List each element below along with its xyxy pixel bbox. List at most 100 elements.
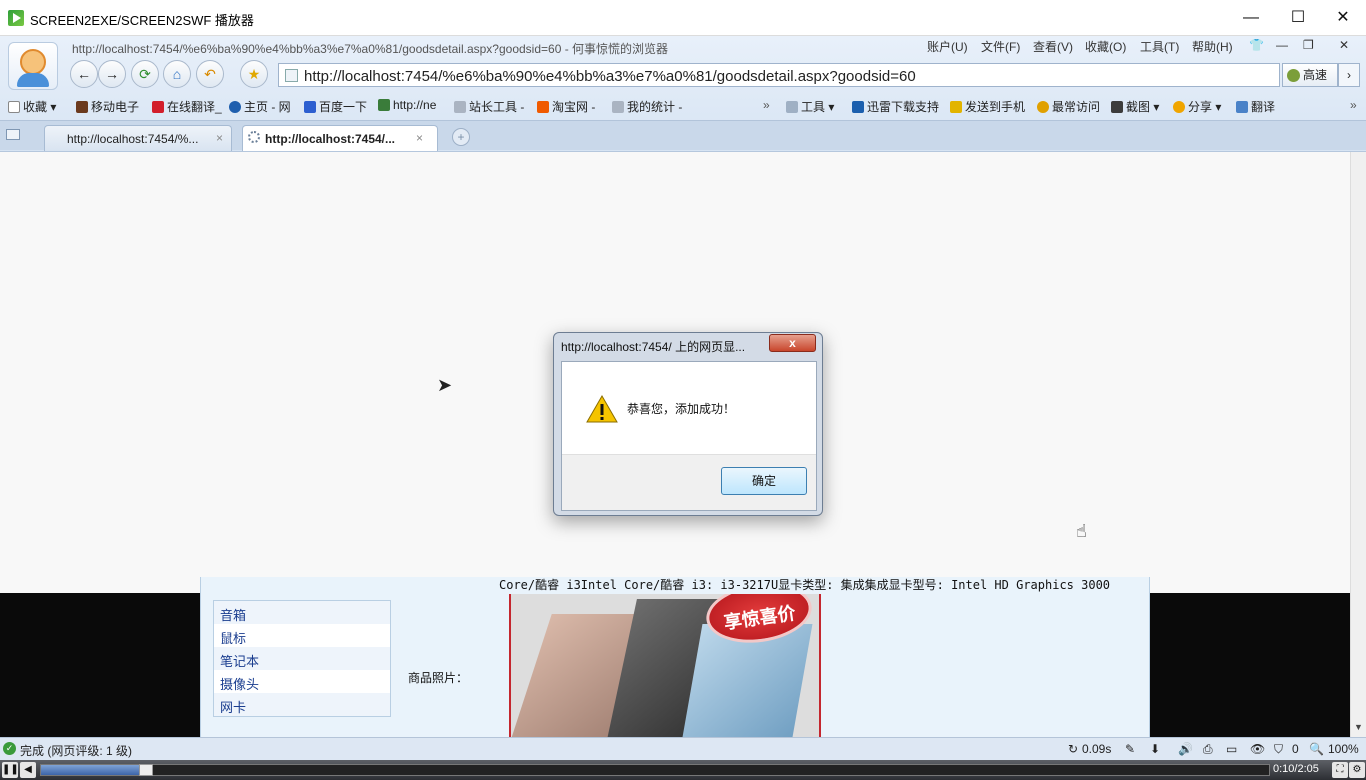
ok-button[interactable]: 确定	[721, 467, 807, 495]
print-icon[interactable]: ⎙	[1203, 742, 1213, 757]
fav-label: 淘宝网 -	[552, 100, 596, 114]
skin-icon[interactable]: 👕	[1249, 38, 1264, 52]
dialog-close-button[interactable]: x	[769, 334, 816, 352]
tool-item[interactable]: 工具 ▾	[786, 98, 834, 115]
more-favorites-icon[interactable]: »	[763, 98, 770, 112]
back-icon[interactable]: ←	[70, 60, 98, 88]
tool-label: 工具	[801, 100, 826, 114]
fav-item[interactable]: 收藏 ▾	[8, 98, 56, 115]
tab-close-icon[interactable]: ×	[416, 131, 423, 145]
menu-favorites[interactable]: 收藏(O)	[1085, 38, 1126, 55]
address-bar[interactable]: http://localhost:7454/%e6%ba%90%e4%bb%a3…	[278, 63, 1280, 87]
tab-1[interactable]: http://localhost:7454/%...	[44, 125, 232, 151]
address-input[interactable]: http://localhost:7454/%e6%ba%90%e4%bb%a3…	[304, 68, 916, 85]
menu-help[interactable]: 帮助(H)	[1192, 38, 1233, 55]
settings-icon[interactable]: ⚙	[1349, 762, 1365, 778]
more-tools-icon[interactable]: »	[1350, 98, 1357, 112]
tab-bar: http://localhost:7454/%... × http://loca…	[0, 120, 1366, 151]
close-button[interactable]: ✕	[1320, 0, 1366, 36]
tool-item[interactable]: 截图 ▾	[1111, 98, 1159, 115]
fav-label: 主页 - 网	[244, 100, 291, 114]
add-favorite-icon	[8, 101, 20, 113]
home-icon[interactable]: ⌂	[163, 60, 191, 88]
category-item[interactable]: 网卡	[214, 693, 390, 716]
download-icon[interactable]: ⬇	[1150, 742, 1160, 756]
scroll-down-icon[interactable]: ▼	[1354, 722, 1363, 732]
fav-label: 移动电子	[91, 100, 140, 114]
fav-item[interactable]: 淘宝网 -	[537, 98, 595, 115]
user-avatar[interactable]	[8, 42, 58, 90]
sidebar-toggle-icon[interactable]	[6, 129, 20, 140]
youdao-icon	[152, 101, 164, 113]
tool-item[interactable]: 最常访问	[1037, 98, 1100, 115]
window-title: SCREEN2EXE/SCREEN2SWF 播放器	[30, 13, 254, 28]
zoom-level[interactable]: 100%	[1328, 742, 1359, 756]
fav-item[interactable]: 移动电子	[76, 98, 139, 115]
dialog-title: http://localhost:7454/ 上的网页显...	[561, 340, 746, 354]
photo-label: 商品照片：	[408, 671, 469, 685]
menu-account[interactable]: 账户(U)	[927, 38, 968, 55]
dialog-message: 恭喜您，添加成功！	[627, 402, 736, 416]
browser-minimize-icon[interactable]: —	[1276, 38, 1288, 52]
fav-item[interactable]: 主页 - 网	[229, 98, 291, 115]
player-app-icon	[8, 10, 24, 26]
edit-icon[interactable]: ✎	[1125, 742, 1135, 756]
zoom-icon[interactable]: 🔍	[1309, 742, 1324, 756]
browser-chrome: http://localhost:7454/%e6%ba%90%e4%bb%a3…	[0, 36, 1366, 152]
star-icon[interactable]: ★	[240, 60, 268, 88]
new-tab-icon[interactable]: +	[452, 128, 470, 146]
minimize-button[interactable]: —	[1228, 0, 1274, 36]
tool-item[interactable]: 发送到手机	[950, 98, 1025, 115]
fullscreen-icon[interactable]: ⛶	[1332, 762, 1348, 778]
play-time: 0:10/2:05	[1273, 763, 1319, 775]
page-scrollbar[interactable]: ▼	[1350, 152, 1366, 737]
pause-icon[interactable]: ❚❚	[2, 762, 19, 778]
tool-label: 翻译	[1251, 100, 1276, 114]
tool-item[interactable]: 迅雷下载支持	[852, 98, 939, 115]
fav-item[interactable]: http://ne	[378, 98, 436, 112]
volume-icon[interactable]: 🔊	[1178, 742, 1193, 756]
category-list: 音箱 鼠标 笔记本 摄像头 网卡	[213, 600, 391, 717]
browser-restore-icon[interactable]: ❐	[1303, 38, 1314, 52]
fav-item[interactable]: 站长工具 -	[454, 98, 524, 115]
fav-label: 收藏	[23, 100, 48, 114]
fav-item[interactable]: 我的统计 -	[612, 98, 682, 115]
menu-tools[interactable]: 工具(T)	[1140, 38, 1179, 55]
fav-item[interactable]: 百度一下	[304, 98, 367, 115]
loading-icon	[248, 131, 260, 143]
speed-button[interactable]: 高速	[1282, 63, 1338, 87]
category-item[interactable]: 摄像头	[214, 670, 390, 693]
seek-thumb[interactable]	[139, 764, 153, 776]
avatar-body-icon	[17, 73, 49, 87]
menu-view[interactable]: 查看(V)	[1033, 38, 1073, 55]
tool-item[interactable]: 翻译	[1236, 98, 1275, 115]
tab-2[interactable]: http://localhost:7454/...	[242, 125, 438, 151]
seek-progress	[41, 765, 139, 775]
go-icon[interactable]: ›	[1338, 63, 1360, 87]
done-check-icon: ✓	[3, 742, 16, 755]
category-item[interactable]: 笔记本	[214, 647, 390, 670]
shield-icon[interactable]: ⛉	[1274, 742, 1283, 757]
window-icon[interactable]: ▭	[1226, 742, 1237, 756]
tab-close-icon[interactable]: ×	[216, 131, 223, 145]
browser-close-icon[interactable]: ✕	[1339, 38, 1349, 52]
status-bar: ✓ 完成 (网页评级: 1 级) ↻ 0.09s ✎ ⬇ 🔊 ⎙ ▭ 👁 ⛉ 0…	[0, 737, 1366, 760]
category-item[interactable]: 鼠标	[214, 624, 390, 647]
maximize-button[interactable]: ☐	[1275, 0, 1321, 36]
undo-icon[interactable]: ↶	[196, 60, 224, 88]
refresh-icon[interactable]: ⟳	[131, 60, 159, 88]
tool-label: 发送到手机	[965, 100, 1026, 114]
fav-item[interactable]: 在线翻译_	[152, 98, 222, 115]
mute-icon[interactable]: ◀	[20, 762, 36, 778]
forward-icon[interactable]: →	[98, 60, 126, 88]
seek-bar[interactable]	[40, 764, 1270, 776]
fav-label: 我的统计 -	[627, 100, 683, 114]
blocked-count: 0	[1292, 742, 1299, 756]
menu-file[interactable]: 文件(F)	[981, 38, 1020, 55]
tool-item[interactable]: 分享 ▾	[1173, 98, 1221, 115]
thunder-icon	[852, 101, 864, 113]
homepage-icon	[229, 101, 241, 113]
film-icon	[76, 101, 88, 113]
eye-icon[interactable]: 👁	[1250, 742, 1265, 756]
category-item[interactable]: 音箱	[214, 601, 390, 624]
